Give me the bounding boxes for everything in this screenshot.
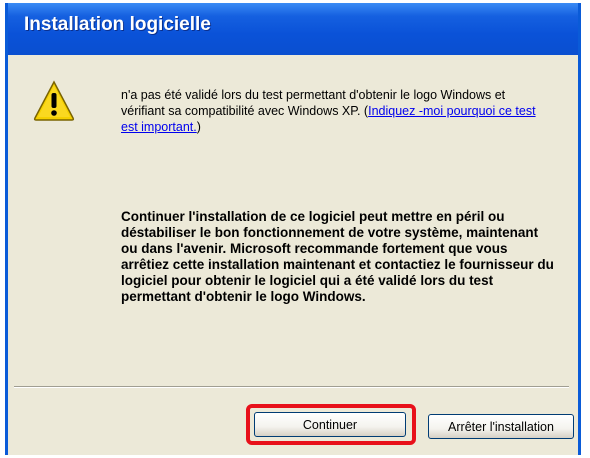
title-bar[interactable]: Installation logicielle (8, 3, 578, 55)
warning-icon (32, 79, 76, 123)
compatibility-message: n'a pas été validé lors du test permetta… (121, 87, 551, 135)
stop-installation-button[interactable]: Arrêter l'installation (428, 414, 574, 439)
risk-warning-text: Continuer l'installation de ce logiciel … (121, 209, 554, 304)
dialog-title: Installation logicielle (24, 14, 211, 35)
divider (14, 386, 569, 388)
continue-button[interactable]: Continuer (254, 412, 406, 437)
message-suffix: ) (196, 120, 201, 134)
installation-dialog: Installation logicielle n'a pas été vali… (5, 3, 581, 455)
